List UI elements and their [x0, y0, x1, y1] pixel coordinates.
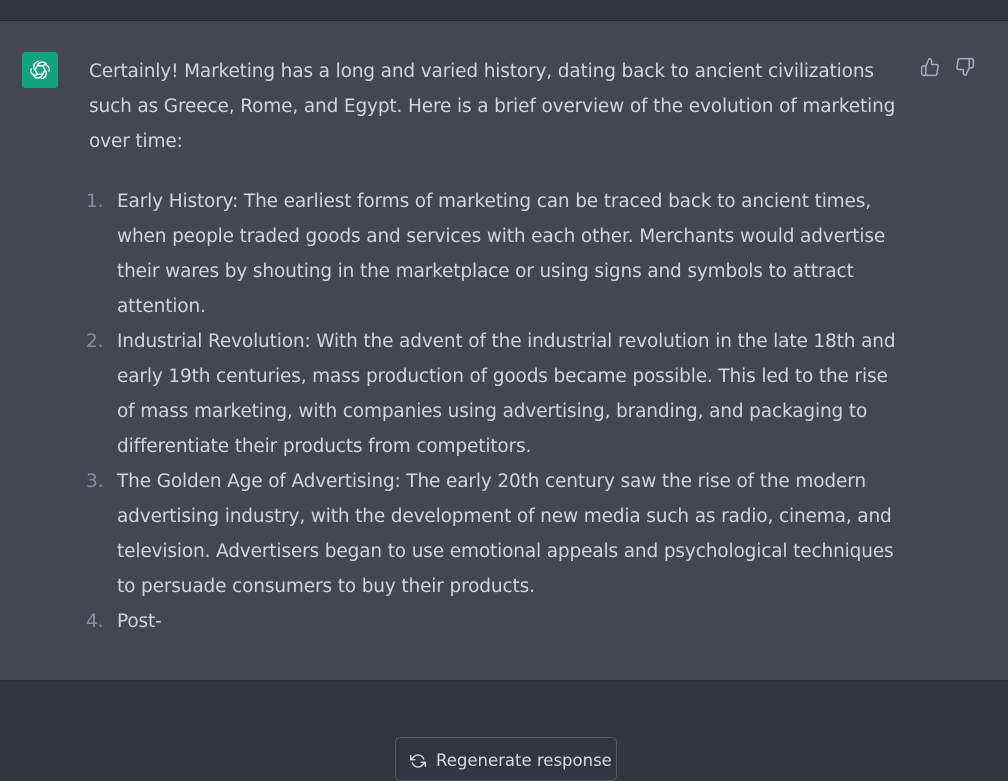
- thumbs-up-button[interactable]: [919, 56, 941, 78]
- refresh-icon: [410, 754, 426, 768]
- list-number: 2.: [86, 331, 104, 352]
- regenerate-label: Regenerate response: [436, 751, 612, 770]
- list-item: 1. Early History: The earliest forms of …: [86, 184, 909, 324]
- list-item-text: The Golden Age of Advertising: The early…: [117, 471, 894, 597]
- list-number: 3.: [86, 471, 104, 492]
- list-item: 2. Industrial Revolution: With the adven…: [86, 324, 909, 464]
- list-item-text: Early History: The earliest forms of mar…: [117, 191, 886, 317]
- list-item: 3. The Golden Age of Advertising: The ea…: [86, 464, 909, 604]
- thumbs-up-icon: [920, 57, 939, 77]
- list-number: 1.: [86, 191, 104, 212]
- intro-text: Certainly! Marketing has a long and vari…: [89, 61, 896, 152]
- thumbs-down-icon: [956, 57, 975, 77]
- message-content: Certainly! Marketing has a long and vari…: [86, 54, 909, 639]
- list-item: 4. Post-: [86, 604, 909, 639]
- thumbs-down-button[interactable]: [954, 56, 976, 78]
- regenerate-response-button[interactable]: Regenerate response: [395, 737, 617, 781]
- list-item-text: Post-: [117, 611, 162, 632]
- list-item-text: Industrial Revolution: With the advent o…: [117, 331, 896, 457]
- top-strip: [0, 0, 1008, 21]
- openai-logo-icon: [30, 60, 50, 80]
- assistant-avatar: [22, 52, 58, 88]
- list-number: 4.: [86, 611, 104, 632]
- history-list: 1. Early History: The earliest forms of …: [86, 184, 909, 639]
- assistant-message: Certainly! Marketing has a long and vari…: [0, 21, 1008, 681]
